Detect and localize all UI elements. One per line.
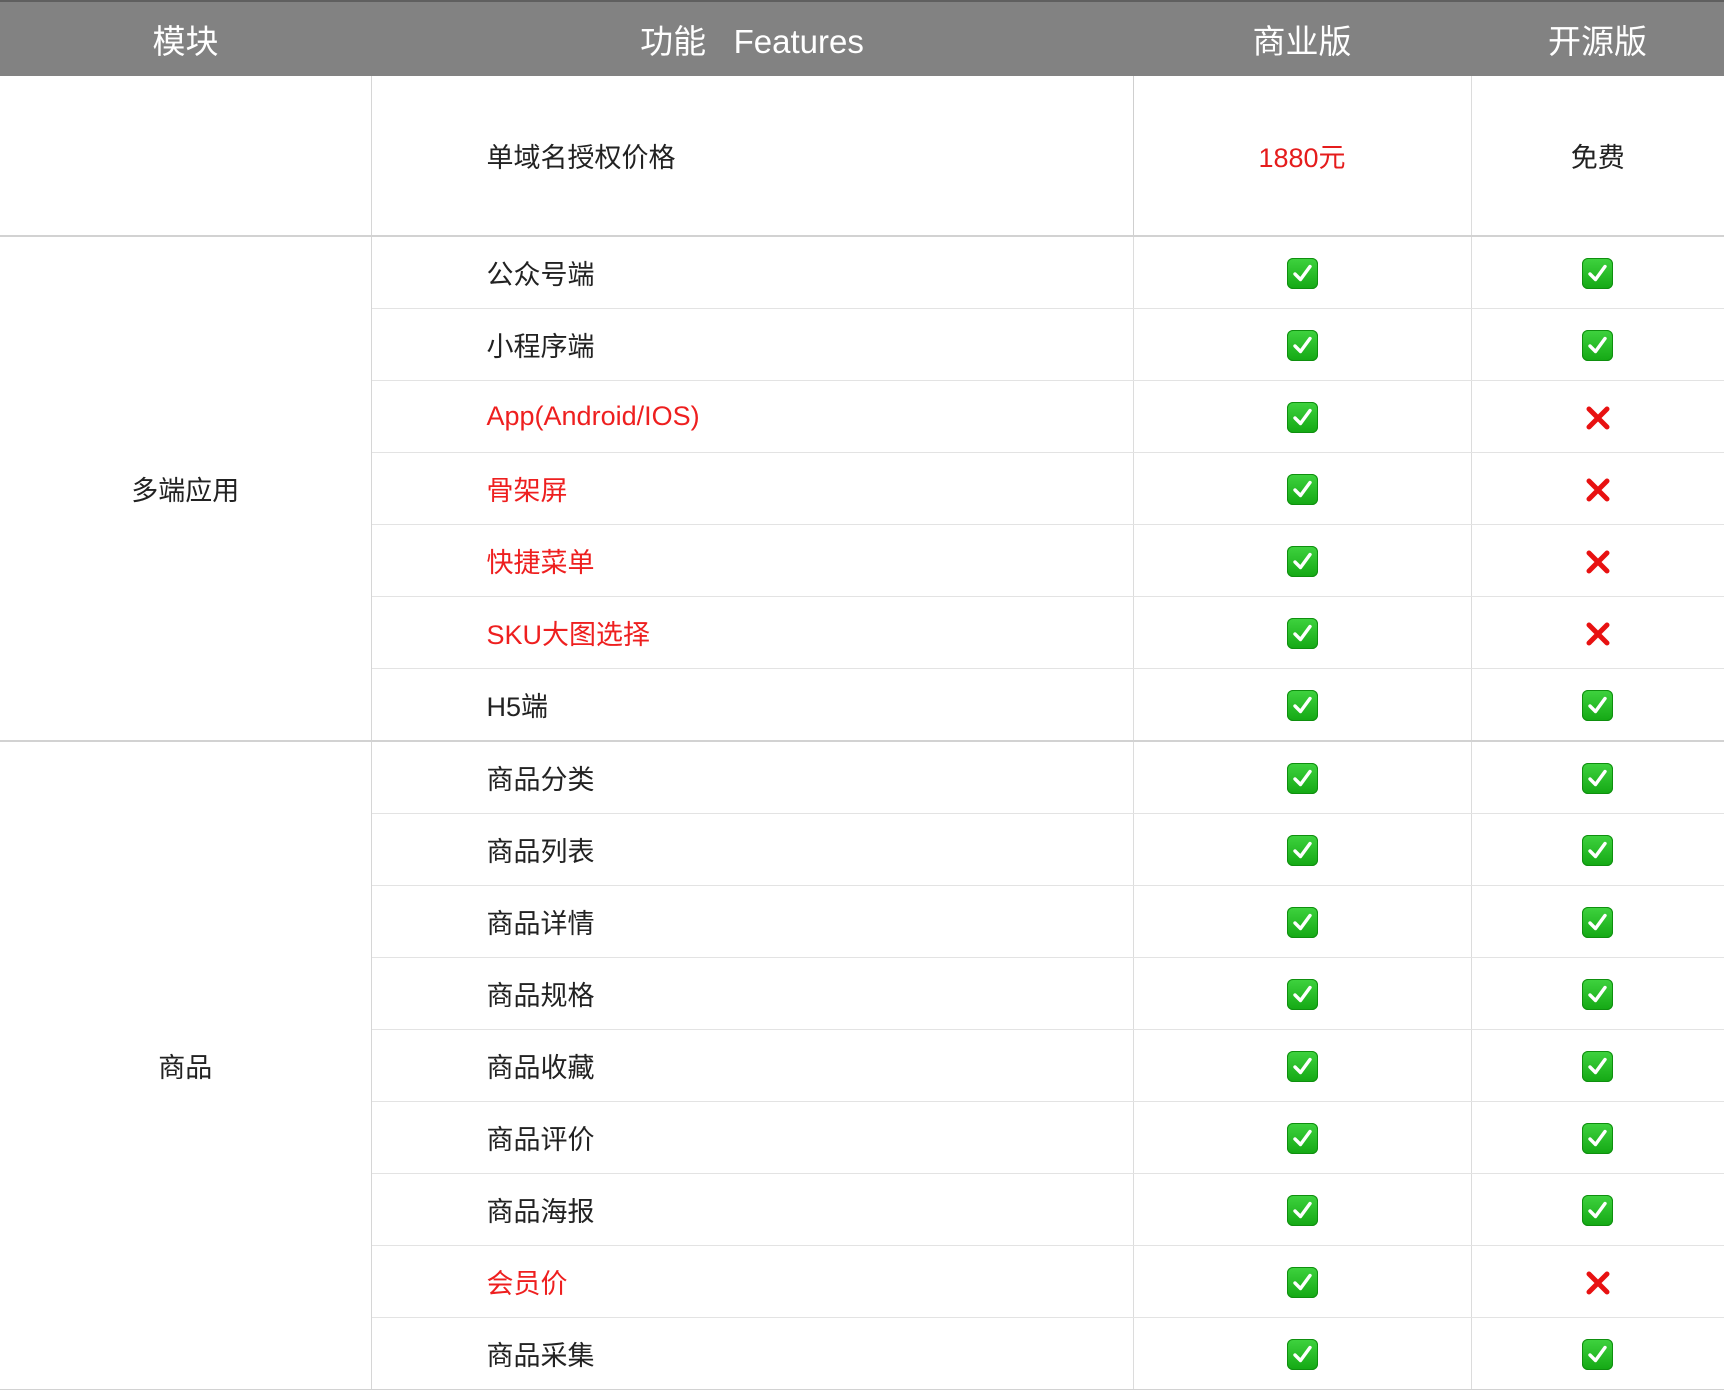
feature-name: 商品详情 <box>371 885 1133 958</box>
open-source-support-cell <box>1471 957 1724 1030</box>
commercial-support-cell <box>1132 957 1472 1030</box>
feature-name: 骨架屏 <box>371 452 1133 525</box>
price-open-source-cell: 免费 <box>1471 76 1724 237</box>
check-icon <box>1582 834 1614 866</box>
open-source-support-cell <box>1471 452 1724 525</box>
check-icon <box>1286 617 1318 649</box>
cross-icon <box>1584 476 1612 504</box>
check-icon <box>1286 257 1318 289</box>
open-source-support-cell <box>1471 813 1724 886</box>
commercial-support-cell <box>1132 813 1472 886</box>
header-feature: 功能 Features <box>371 0 1133 76</box>
open-source-support-cell <box>1471 596 1724 669</box>
open-source-support-cell <box>1471 1245 1724 1318</box>
check-icon <box>1286 473 1318 505</box>
check-icon <box>1582 329 1614 361</box>
feature-name: 快捷菜单 <box>371 524 1133 597</box>
commercial-support-cell <box>1132 236 1472 309</box>
check-icon <box>1286 906 1318 938</box>
check-icon <box>1286 329 1318 361</box>
check-icon <box>1582 1194 1614 1226</box>
price-module-cell <box>0 76 372 237</box>
commercial-support-cell <box>1132 1245 1472 1318</box>
check-icon <box>1582 978 1614 1010</box>
cross-icon <box>1584 404 1612 432</box>
open-source-support-cell <box>1471 308 1724 381</box>
check-icon <box>1286 1338 1318 1370</box>
commercial-support-cell <box>1132 380 1472 453</box>
commercial-support-cell <box>1132 452 1472 525</box>
check-icon <box>1582 689 1614 721</box>
module-cell: 多端应用 <box>0 236 372 742</box>
open-source-support-cell <box>1471 380 1724 453</box>
check-icon <box>1286 401 1318 433</box>
commercial-price: 1880元 <box>1258 143 1346 173</box>
check-icon <box>1286 978 1318 1010</box>
check-icon <box>1582 906 1614 938</box>
commercial-support-cell <box>1132 524 1472 597</box>
feature-name: 商品收藏 <box>371 1029 1133 1102</box>
check-icon <box>1286 1194 1318 1226</box>
commercial-support-cell <box>1132 1173 1472 1246</box>
open-source-support-cell <box>1471 885 1724 958</box>
feature-name: H5端 <box>371 668 1133 742</box>
check-icon <box>1286 1266 1318 1298</box>
price-row: 单域名授权价格 1880元 免费 <box>0 76 1724 237</box>
check-icon <box>1286 1122 1318 1154</box>
check-icon <box>1286 834 1318 866</box>
cross-icon <box>1584 1269 1612 1297</box>
feature-name: 会员价 <box>371 1245 1133 1318</box>
header-open-source: 开源版 <box>1471 0 1724 76</box>
open-source-support-cell <box>1471 1029 1724 1102</box>
feature-name: 小程序端 <box>371 308 1133 381</box>
commercial-support-cell <box>1132 1101 1472 1174</box>
check-icon <box>1582 1338 1614 1370</box>
check-icon <box>1582 1122 1614 1154</box>
check-icon <box>1286 762 1318 794</box>
header-module: 模块 <box>0 0 371 76</box>
table-row: 商品 商品分类 <box>0 741 1724 1390</box>
commercial-support-cell <box>1132 885 1472 958</box>
check-icon <box>1582 1050 1614 1082</box>
feature-comparison-table: 模块 功能 Features 商业版 开源版 单域名授权价格 1880元 免费 … <box>0 0 1724 1390</box>
feature-name: 商品海报 <box>371 1173 1133 1246</box>
open-source-support-cell <box>1471 1173 1724 1246</box>
feature-name: 商品规格 <box>371 957 1133 1030</box>
feature-name: 公众号端 <box>371 236 1133 309</box>
feature-comparison-page: 模块 功能 Features 商业版 开源版 单域名授权价格 1880元 免费 … <box>0 0 1724 1390</box>
table-body: 单域名授权价格 1880元 免费 多端应用 公众号端 小程序端 App(Android… <box>0 76 1724 1390</box>
commercial-support-cell <box>1132 596 1472 669</box>
feature-name: SKU大图选择 <box>371 596 1133 669</box>
open-source-support-cell <box>1471 741 1724 814</box>
commercial-support-cell <box>1132 668 1472 742</box>
commercial-support-cell <box>1132 308 1472 381</box>
cross-icon <box>1584 620 1612 648</box>
module-cell: 商品 <box>0 741 372 1390</box>
open-source-support-cell <box>1471 524 1724 597</box>
feature-name: 商品分类 <box>371 741 1133 814</box>
check-icon <box>1286 1050 1318 1082</box>
feature-name: 商品评价 <box>371 1101 1133 1174</box>
check-icon <box>1286 689 1318 721</box>
check-icon <box>1582 762 1614 794</box>
open-source-support-cell <box>1471 668 1724 742</box>
feature-name: App(Android/IOS) <box>371 380 1133 453</box>
feature-name: 商品采集 <box>371 1317 1133 1390</box>
check-icon <box>1286 545 1318 577</box>
header-commercial: 商业版 <box>1133 0 1471 76</box>
feature-name: 商品列表 <box>371 813 1133 886</box>
table-header-row: 模块 功能 Features 商业版 开源版 <box>0 0 1724 76</box>
open-source-support-cell <box>1471 1317 1724 1390</box>
table-row: 多端应用 公众号端 <box>0 236 1724 742</box>
open-source-support-cell <box>1471 1101 1724 1174</box>
commercial-support-cell <box>1132 741 1472 814</box>
commercial-support-cell <box>1132 1317 1472 1390</box>
check-icon <box>1582 257 1614 289</box>
price-feature-label: 单域名授权价格 <box>370 76 1134 237</box>
open-source-price: 免费 <box>1570 143 1625 174</box>
open-source-support-cell <box>1471 236 1724 309</box>
price-commercial-cell: 1880元 <box>1132 76 1472 237</box>
cross-icon <box>1584 548 1612 576</box>
commercial-support-cell <box>1132 1029 1472 1102</box>
